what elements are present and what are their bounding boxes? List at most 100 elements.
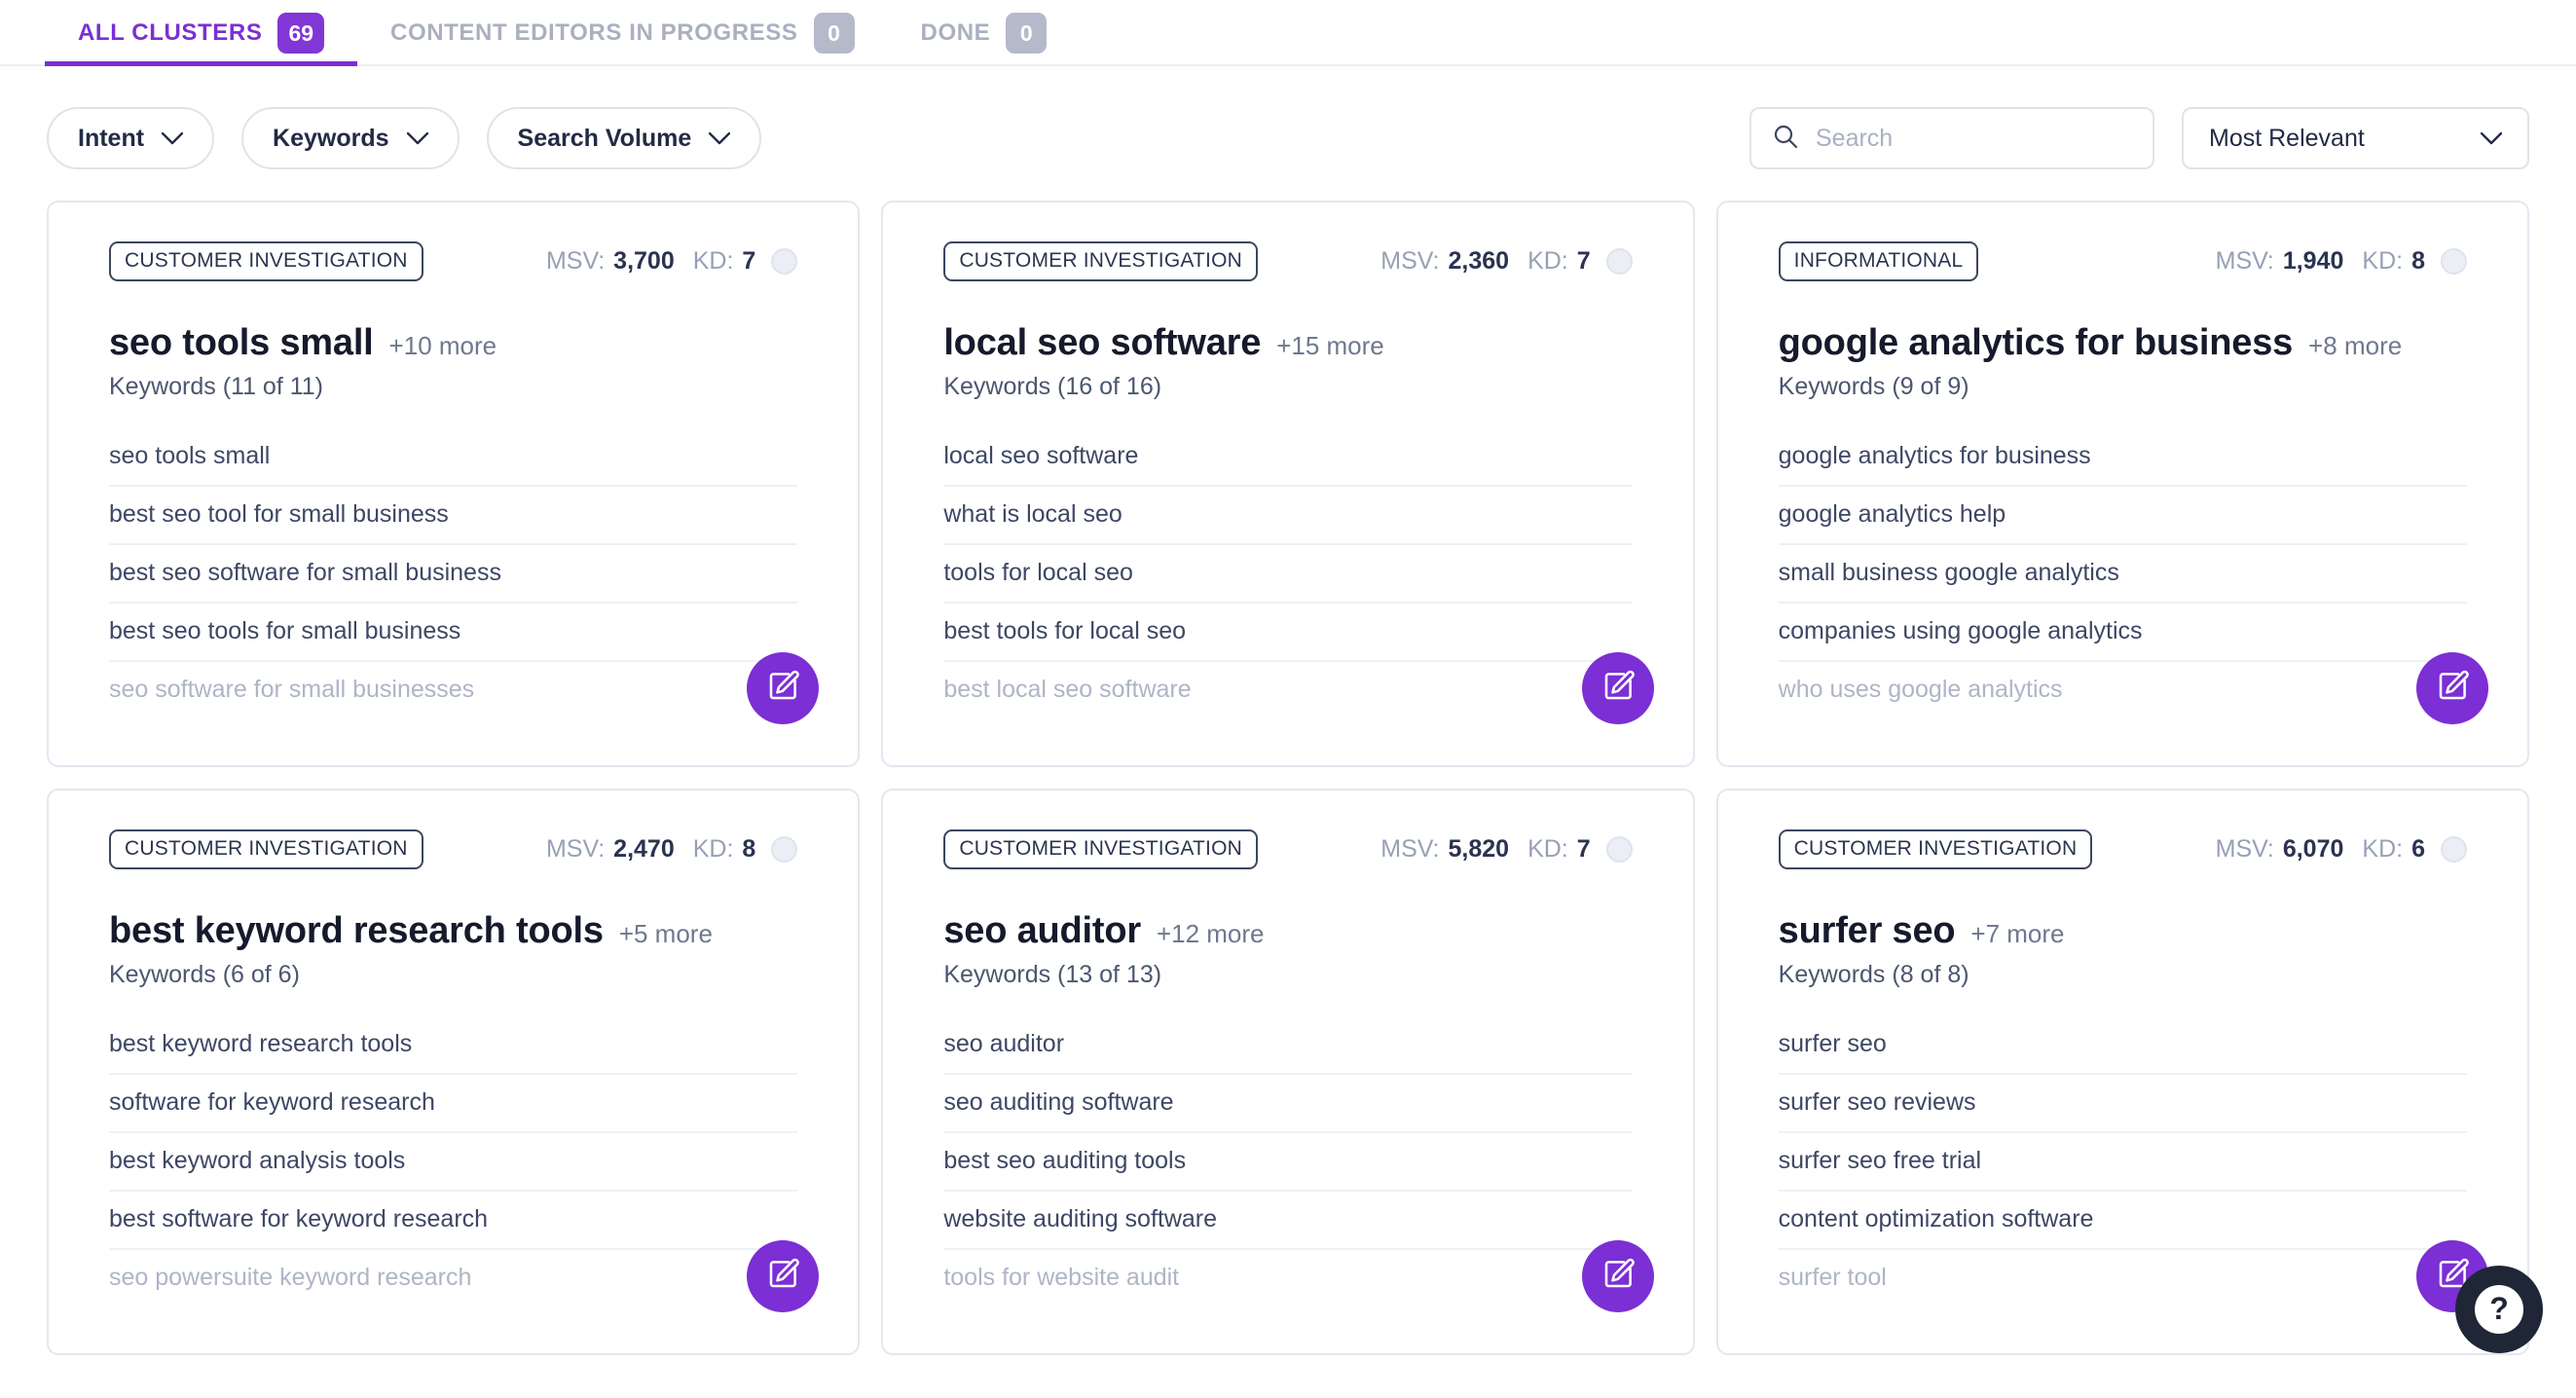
question-mark-icon: ? — [2475, 1285, 2523, 1334]
keyword-row[interactable]: surfer seo free trial — [1778, 1133, 2467, 1192]
card-header: INFORMATIONAL MSV: 1,940 KD: 8 — [1778, 241, 2467, 281]
edit-cluster-button[interactable] — [747, 652, 820, 724]
card-title-row: google analytics for business +8 more — [1779, 322, 2467, 364]
keyword-row[interactable]: what is local seo — [943, 487, 1633, 545]
filter-label: Intent — [78, 124, 145, 152]
keyword-row[interactable]: seo powersuite keyword research — [109, 1250, 797, 1306]
msv-label: MSV: — [1380, 247, 1440, 275]
tab-count-badge: 0 — [1006, 13, 1048, 54]
cluster-title: google analytics for business — [1778, 322, 2294, 363]
keyword-row[interactable]: small business google analytics — [1778, 545, 2467, 604]
more-keywords-label[interactable]: +10 more — [389, 331, 497, 361]
search-box[interactable] — [1749, 107, 2154, 169]
keyword-row[interactable]: companies using google analytics — [1778, 604, 2467, 662]
cluster-card[interactable]: CUSTOMER INVESTIGATION MSV: 6,070 KD: 6 surfe… — [1715, 789, 2529, 1355]
tab-content-editors-in-progress[interactable]: CONTENT EDITORS IN PROGRESS 0 — [357, 0, 887, 66]
kd-value: 8 — [2411, 247, 2425, 275]
keyword-row[interactable]: tools for local seo — [943, 545, 1633, 604]
tab-label: DONE — [920, 19, 991, 46]
msv-label: MSV: — [2215, 247, 2274, 275]
cluster-title: seo tools small — [109, 322, 374, 363]
kd-indicator-circle — [2440, 836, 2467, 863]
keyword-row[interactable]: content optimization software — [1778, 1192, 2467, 1250]
keyword-row[interactable]: best local seo software — [943, 662, 1632, 718]
keyword-row[interactable]: best tools for local seo — [943, 604, 1633, 662]
msv-label: MSV: — [1380, 835, 1440, 863]
edit-cluster-button[interactable] — [747, 1240, 820, 1312]
tab-all-clusters[interactable]: ALL CLUSTERS 69 — [45, 0, 358, 66]
keyword-row[interactable]: software for keyword research — [109, 1075, 798, 1133]
more-keywords-label[interactable]: +15 more — [1276, 331, 1384, 361]
kd-value: 6 — [2411, 835, 2425, 863]
keyword-row[interactable]: seo tools small — [109, 428, 798, 487]
keyword-row[interactable]: best seo auditing tools — [943, 1133, 1633, 1192]
keyword-row[interactable]: best keyword analysis tools — [109, 1133, 798, 1192]
cluster-card[interactable]: CUSTOMER INVESTIGATION MSV: 2,360 KD: 7 local… — [881, 201, 1695, 767]
keyword-list: local seo software what is local seo tools… — [943, 428, 1633, 718]
filter-keywords-dropdown[interactable]: Keywords — [241, 107, 460, 169]
intent-badge: CUSTOMER INVESTIGATION — [943, 241, 1258, 281]
keyword-row[interactable]: seo software for small businesses — [109, 662, 797, 718]
keyword-row[interactable]: google analytics help — [1778, 487, 2467, 545]
keywords-count-label: Keywords (13 of 13) — [943, 961, 1162, 988]
keyword-row[interactable]: surfer seo reviews — [1778, 1075, 2467, 1133]
keyword-list: seo tools small best seo tool for small b… — [109, 428, 798, 718]
filter-search-volume-dropdown[interactable]: Search Volume — [486, 107, 762, 169]
help-button[interactable]: ? — [2455, 1266, 2543, 1353]
card-header: CUSTOMER INVESTIGATION MSV: 2,470 KD: 8 — [109, 829, 798, 869]
keyword-row[interactable]: surfer tool — [1779, 1250, 2467, 1306]
tab-label: ALL CLUSTERS — [78, 19, 263, 46]
kd-label: KD: — [1527, 247, 1568, 275]
msv-label: MSV: — [545, 835, 606, 863]
kd-indicator-circle — [1605, 248, 1633, 275]
active-tab-underline — [45, 61, 358, 66]
more-keywords-label[interactable]: +5 more — [619, 919, 713, 949]
card-title-row: surfer seo +7 more — [1779, 910, 2467, 952]
keyword-row[interactable]: best seo tool for small business — [109, 487, 798, 545]
keyword-row[interactable]: website auditing software — [943, 1192, 1633, 1250]
tab-count-badge: 69 — [277, 13, 325, 54]
keyword-row[interactable]: tools for website audit — [943, 1250, 1632, 1306]
edit-pencil-icon — [1601, 1257, 1636, 1297]
cluster-card[interactable]: INFORMATIONAL MSV: 1,940 KD: 8 google analyti… — [1715, 201, 2529, 767]
keyword-row[interactable]: best software for keyword research — [109, 1192, 798, 1250]
keyword-list: surfer seo surfer seo reviews surfer seo f… — [1778, 1016, 2467, 1306]
keyword-row[interactable]: who uses google analytics — [1779, 662, 2467, 718]
keyword-row[interactable]: google analytics for business — [1778, 428, 2467, 487]
tab-done[interactable]: DONE 0 — [888, 0, 1081, 66]
keywords-count-label: Keywords (16 of 16) — [943, 373, 1162, 400]
msv-value: 1,940 — [2282, 247, 2344, 275]
keyword-row[interactable]: local seo software — [943, 428, 1633, 487]
kd-label: KD: — [2362, 835, 2404, 863]
keyword-row[interactable]: seo auditor — [943, 1016, 1633, 1075]
card-header: CUSTOMER INVESTIGATION MSV: 3,700 KD: 7 — [109, 241, 798, 281]
chevron-down-icon — [406, 131, 428, 145]
cluster-card[interactable]: CUSTOMER INVESTIGATION MSV: 5,820 KD: 7 seo a… — [881, 789, 1695, 1355]
search-input[interactable] — [1816, 124, 2131, 153]
edit-cluster-button[interactable] — [1581, 652, 1654, 724]
keyword-row[interactable]: best keyword research tools — [109, 1016, 798, 1075]
card-metrics: MSV: 6,070 KD: 6 — [2216, 835, 2467, 864]
edit-cluster-button[interactable] — [1581, 1240, 1654, 1312]
cluster-card[interactable]: CUSTOMER INVESTIGATION MSV: 3,700 KD: 7 seo t… — [47, 201, 861, 767]
more-keywords-label[interactable]: +8 more — [2308, 331, 2402, 361]
keyword-row[interactable]: seo auditing software — [943, 1075, 1633, 1133]
kd-label: KD: — [2362, 247, 2404, 275]
tab-label: CONTENT EDITORS IN PROGRESS — [390, 19, 798, 46]
msv-value: 3,700 — [613, 247, 675, 275]
sort-dropdown[interactable]: Most Relevant — [2182, 107, 2529, 169]
edit-pencil-icon — [765, 1257, 800, 1297]
tab-count-badge: 0 — [813, 13, 855, 54]
more-keywords-label[interactable]: +12 more — [1157, 919, 1265, 949]
cluster-card[interactable]: CUSTOMER INVESTIGATION MSV: 2,470 KD: 8 best … — [47, 789, 861, 1355]
keyword-row[interactable]: surfer seo — [1778, 1016, 2467, 1075]
more-keywords-label[interactable]: +7 more — [1970, 919, 2064, 949]
card-metrics: MSV: 5,820 KD: 7 — [1380, 835, 1633, 864]
edit-cluster-button[interactable] — [2415, 652, 2488, 724]
filter-intent-dropdown[interactable]: Intent — [47, 107, 215, 169]
kd-indicator-circle — [2440, 248, 2467, 275]
keyword-row[interactable]: best seo software for small business — [109, 545, 798, 604]
keyword-row[interactable]: best seo tools for small business — [109, 604, 798, 662]
card-header: CUSTOMER INVESTIGATION MSV: 6,070 KD: 6 — [1778, 829, 2467, 869]
msv-value: 6,070 — [2282, 835, 2344, 863]
